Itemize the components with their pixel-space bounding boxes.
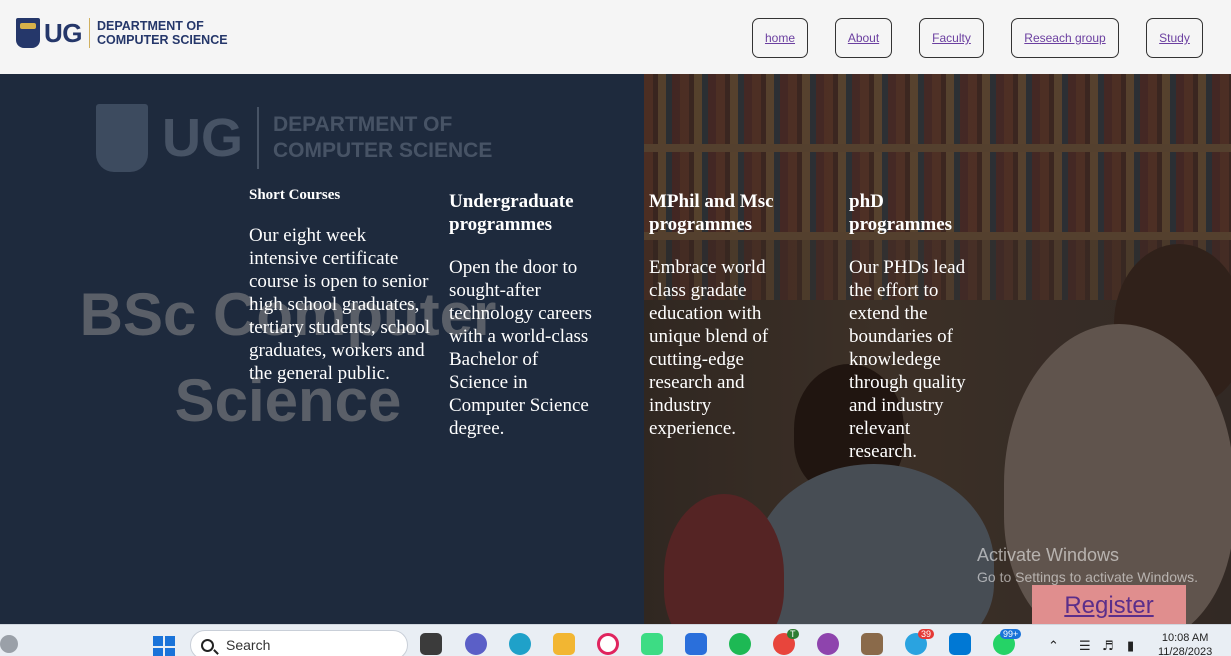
whatsapp-badge: 99+ — [1000, 629, 1022, 639]
activation-line2: Go to Settings to activate Windows. — [977, 569, 1198, 585]
program-description: Our eight week intensive certificate cou… — [249, 225, 430, 384]
watermark-dept-line1: DEPARTMENT OF — [273, 113, 453, 136]
program-title: Undergraduate programmes — [449, 191, 574, 235]
nav-research-group-link[interactable]: Reseach group — [1011, 18, 1119, 58]
nav-about-link[interactable]: About — [835, 18, 892, 58]
task-view-icon[interactable] — [420, 633, 442, 655]
vscode-icon[interactable] — [949, 633, 971, 655]
teams-chat-icon[interactable] — [465, 633, 487, 655]
program-description: Open the door to sought-after technology… — [449, 257, 592, 439]
chrome-profile-badge: T — [787, 629, 799, 639]
watermark-department-text: DEPARTMENT OF COMPUTER SCIENCE — [273, 112, 492, 164]
logo-dept-line2: COMPUTER SCIENCE — [97, 33, 228, 47]
program-description: Our PHDs lead the effort to extend the b… — [849, 257, 966, 462]
site-header: UG DEPARTMENT OF COMPUTER SCIENCE home A… — [0, 0, 1231, 74]
watermark-dept-line2: COMPUTER SCIENCE — [273, 139, 493, 162]
ug-crest-icon — [16, 18, 40, 48]
program-description: Embrace world class gradate education wi… — [649, 257, 769, 439]
nav-study-link[interactable]: Study — [1146, 18, 1203, 58]
activation-line1: Activate Windows — [977, 545, 1120, 565]
program-phd: phD programmes Our PHDs lead the effort … — [849, 186, 977, 463]
wifi-icon[interactable]: ☰ — [1079, 639, 1091, 654]
search-placeholder: Search — [226, 637, 271, 653]
program-undergraduate: Undergraduate programmes Open the door t… — [449, 186, 594, 440]
clock-time: 10:08 AM — [1161, 632, 1209, 644]
windows-activation-watermark: Activate Windows Go to Settings to activ… — [977, 545, 1198, 585]
logo-department-text: DEPARTMENT OF COMPUTER SCIENCE — [97, 19, 228, 47]
watermark-ug-text: UG — [162, 108, 243, 168]
program-short-courses: Short Courses Our eight week intensive c… — [249, 186, 439, 385]
hero-watermark-logo: UG DEPARTMENT OF COMPUTER SCIENCE — [96, 104, 492, 172]
register-button[interactable]: Register — [1032, 585, 1186, 627]
search-icon — [201, 638, 214, 652]
widgets-icon[interactable] — [0, 635, 18, 653]
opera-browser-icon[interactable] — [597, 633, 619, 655]
taskbar-clock[interactable]: 10:08 AM 11/28/2023 — [1158, 631, 1212, 656]
nav-home-link[interactable]: home — [752, 18, 808, 58]
logo-ug-text: UG — [44, 17, 83, 48]
watermark-divider — [257, 107, 259, 169]
program-mphil-msc: MPhil and Msc programmes Embrace world c… — [649, 186, 789, 440]
windows-taskbar: Search T 39 99+ ⌃ ☰ ♬ ▮ 10:08 AM 11/28/2… — [0, 624, 1231, 656]
volume-icon[interactable]: ♬ — [1102, 639, 1114, 654]
logo-divider — [89, 18, 90, 48]
telegram-badge: 39 — [918, 629, 935, 639]
chevron-up-icon[interactable]: ⌃ — [1048, 639, 1059, 654]
nav-faculty-link[interactable]: Faculty — [919, 18, 984, 58]
clock-date: 11/28/2023 — [1158, 646, 1213, 656]
program-title: MPhil and Msc programmes — [649, 191, 774, 235]
microsoft-store-icon[interactable] — [685, 633, 707, 655]
windows-start-icon[interactable] — [153, 636, 175, 656]
battery-icon[interactable]: ▮ — [1127, 639, 1134, 654]
file-explorer-icon[interactable] — [553, 633, 575, 655]
edge-browser-icon[interactable] — [509, 633, 531, 655]
department-logo[interactable]: UG DEPARTMENT OF COMPUTER SCIENCE — [16, 16, 228, 50]
ug-crest-icon — [96, 104, 148, 172]
program-title: phD programmes — [849, 191, 953, 235]
photo-app-icon[interactable] — [861, 633, 883, 655]
github-desktop-icon[interactable] — [817, 633, 839, 655]
logo-dept-line1: DEPARTMENT OF — [97, 19, 204, 33]
spotify-icon[interactable] — [729, 633, 751, 655]
android-studio-icon[interactable] — [641, 633, 663, 655]
program-title: Short Courses — [249, 187, 341, 203]
taskbar-search-box[interactable]: Search — [190, 630, 408, 656]
